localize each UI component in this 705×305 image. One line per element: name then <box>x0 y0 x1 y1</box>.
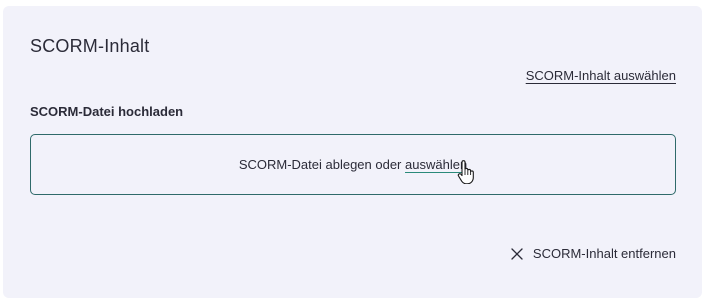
dropzone-text: SCORM-Datei ablegen oder <box>238 157 406 172</box>
scorm-content-card: SCORM-Inhalt SCORM-Inhalt auswählen SCOR… <box>3 6 702 298</box>
file-dropzone[interactable]: SCORM-Datei ablegen oder auswählen <box>30 134 676 195</box>
dropzone-prompt: SCORM-Datei ablegen oder auswählen <box>239 157 467 172</box>
remove-button-label: SCORM-Inhalt entfernen <box>532 246 676 261</box>
remove-scorm-content-button[interactable]: SCORM-Inhalt entfernen <box>511 246 676 261</box>
close-icon <box>511 247 523 260</box>
select-scorm-content-link[interactable]: SCORM-Inhalt auswählen <box>526 68 676 83</box>
choose-file-link[interactable]: auswählen <box>405 157 467 172</box>
card-title: SCORM-Inhalt <box>30 36 150 56</box>
upload-field-label: SCORM-Datei hochladen <box>30 104 184 119</box>
